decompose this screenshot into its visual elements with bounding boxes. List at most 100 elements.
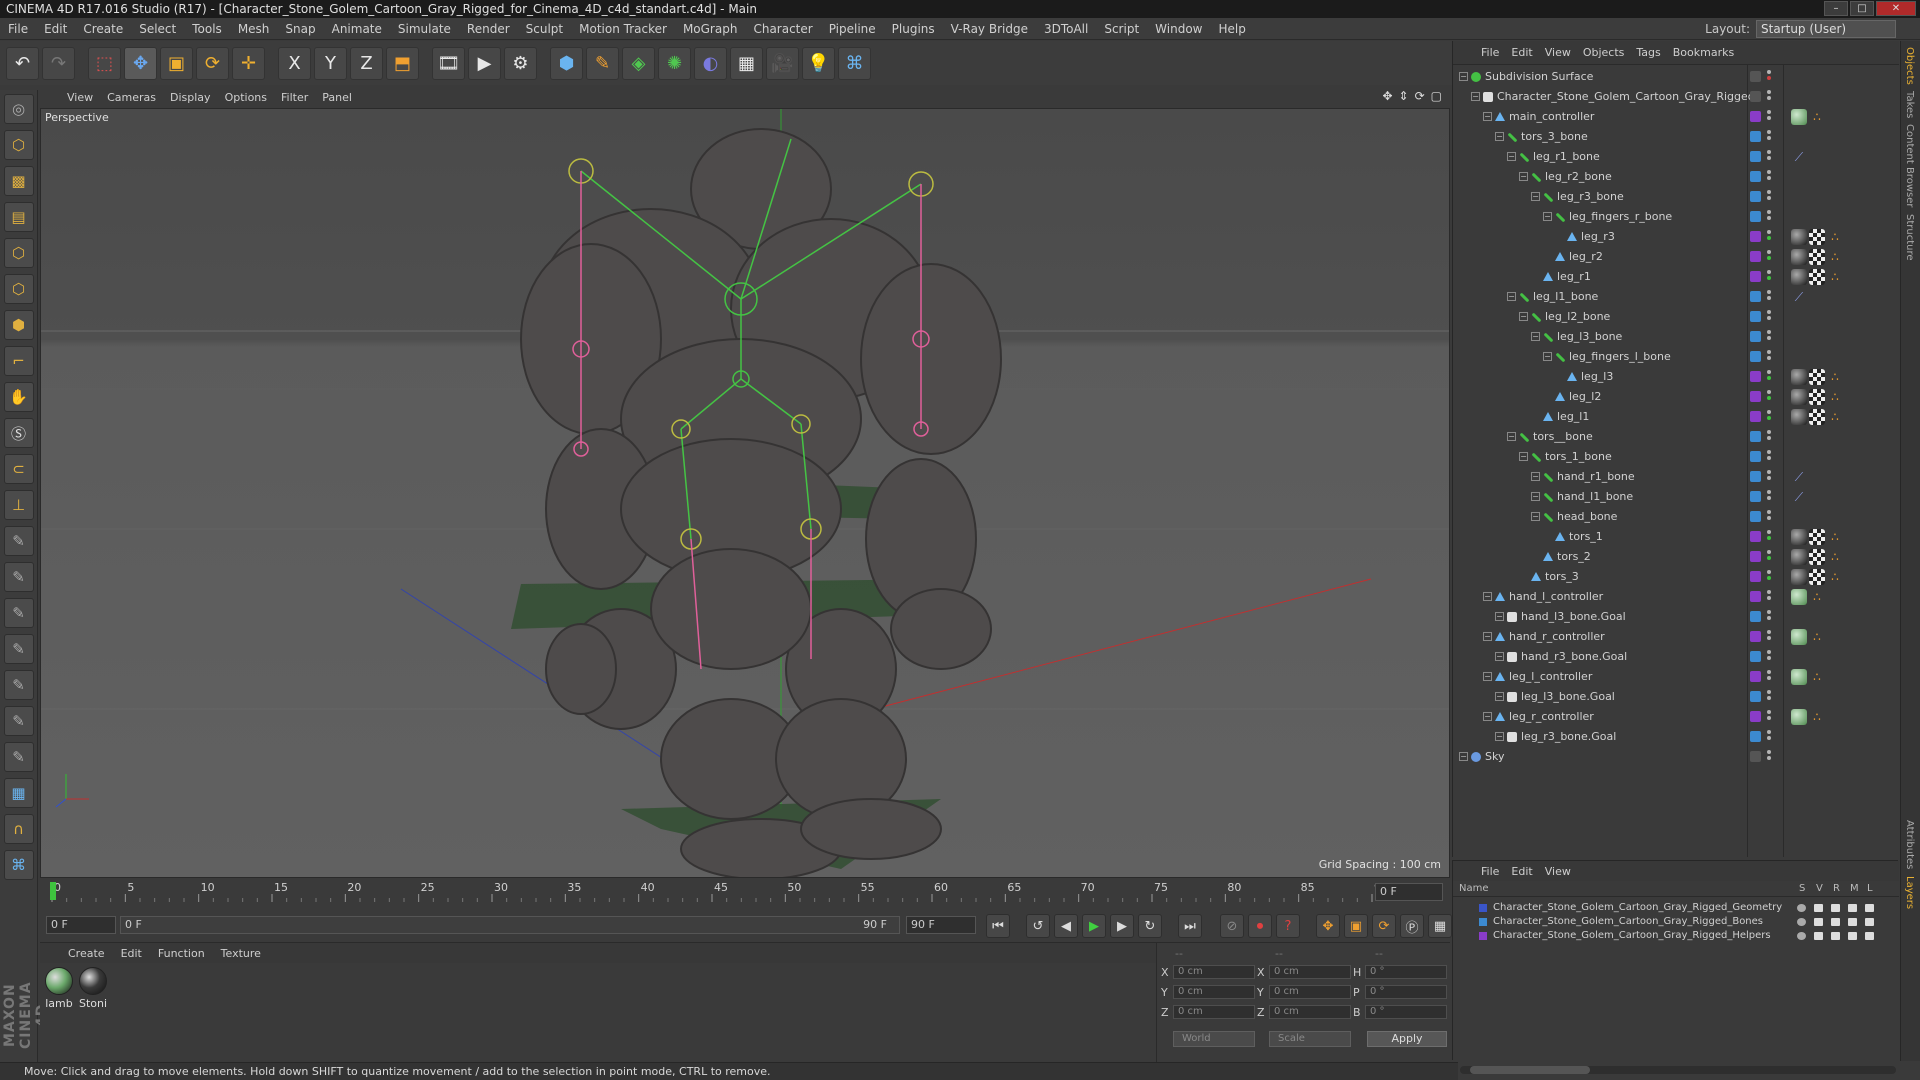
expand-toggle[interactable]: − [1543, 352, 1552, 361]
tree-row[interactable]: − tors_1_bone [1453, 447, 1899, 467]
visibility-dots[interactable] [1767, 570, 1771, 584]
material-tag-icon[interactable] [1791, 369, 1807, 385]
expand-toggle[interactable]: − [1543, 212, 1552, 221]
right-tab-content-browser[interactable]: Content Browser [1904, 124, 1915, 207]
x-axis-icon[interactable]: X [278, 46, 311, 80]
tree-row[interactable]: tors_3 ∴ [1453, 567, 1899, 587]
expand-toggle[interactable]: − [1507, 432, 1516, 441]
subdivision-surface-icon[interactable]: ◈ [622, 46, 655, 80]
visibility-dots[interactable] [1767, 290, 1771, 304]
weight-tag-icon[interactable]: ∴ [1827, 529, 1843, 545]
record-keys-icon[interactable]: ⊘ [1220, 914, 1244, 938]
view-toggle-icon[interactable] [1814, 904, 1823, 912]
menu-simulate[interactable]: Simulate [390, 18, 459, 40]
workplane-icon[interactable]: ▤ [3, 202, 34, 232]
current-frame-field[interactable]: 0 F [1375, 883, 1443, 901]
tree-row[interactable]: leg_r2 ∴ [1453, 247, 1899, 267]
object-menu-bookmarks[interactable]: Bookmarks [1667, 46, 1740, 59]
layer-row[interactable]: Character_Stone_Golem_Cartoon_Gray_Rigge… [1453, 915, 1899, 929]
material-menu-function[interactable]: Function [152, 947, 211, 960]
snap-icon[interactable]: Ⓢ [3, 418, 34, 448]
menu-character[interactable]: Character [745, 18, 820, 40]
spline-pen-icon[interactable]: ✎ [586, 46, 619, 80]
display-tag-icon[interactable] [1791, 589, 1807, 605]
tree-row[interactable]: − leg_r1_bone ⟋ [1453, 147, 1899, 167]
coord-value-field[interactable]: 0 cm [1269, 1005, 1351, 1019]
visibility-dots[interactable] [1767, 690, 1771, 704]
display-tag-icon[interactable] [1791, 109, 1807, 125]
menu-pipeline[interactable]: Pipeline [821, 18, 884, 40]
layer-color-swatch[interactable] [1750, 651, 1761, 662]
pan-icon[interactable]: ✥ [1382, 89, 1392, 103]
layer-color-swatch[interactable] [1750, 731, 1761, 742]
expand-toggle[interactable]: − [1483, 672, 1492, 681]
tree-row[interactable]: leg_r1 ∴ [1453, 267, 1899, 287]
layer-color-swatch[interactable] [1750, 71, 1761, 82]
redo-icon[interactable]: ↷ [42, 46, 75, 80]
coord-value-field[interactable]: 0 cm [1173, 985, 1255, 999]
cloner-icon[interactable]: ✺ [658, 46, 691, 80]
expand-toggle[interactable]: − [1531, 192, 1540, 201]
tree-row[interactable]: − hand_r1_bone ⟋ [1453, 467, 1899, 487]
layer-menu-file[interactable]: File [1475, 865, 1505, 878]
sculpt-brush-3-icon[interactable]: ✎ [3, 598, 34, 628]
golem-model[interactable] [520, 128, 1002, 878]
tree-row[interactable]: − hand_l1_bone ⟋ [1453, 487, 1899, 507]
render-toggle-icon[interactable] [1831, 932, 1840, 940]
expand-toggle[interactable]: − [1531, 492, 1540, 501]
menu-plugins[interactable]: Plugins [884, 18, 943, 40]
go-to-start-icon[interactable]: ⏮ [986, 914, 1010, 938]
previous-frame-icon[interactable]: ◀ [1054, 914, 1078, 938]
polygons-mode-icon[interactable]: ⬢ [3, 310, 34, 340]
key-pla-icon[interactable]: ▦ [1428, 914, 1452, 938]
layer-color-swatch[interactable] [1750, 611, 1761, 622]
layer-color-swatch[interactable] [1479, 918, 1487, 926]
material-tag-icon[interactable] [1791, 569, 1807, 585]
weight-tag-icon[interactable]: ∴ [1809, 589, 1825, 605]
visibility-dots[interactable] [1767, 230, 1771, 244]
tree-row[interactable]: tors_1 ∴ [1453, 527, 1899, 547]
layer-color-swatch[interactable] [1750, 431, 1761, 442]
visibility-dots[interactable] [1767, 210, 1771, 224]
solo-toggle-icon[interactable] [1797, 918, 1806, 926]
texture-tag-icon[interactable] [1809, 229, 1825, 245]
object-menu-objects[interactable]: Objects [1577, 46, 1631, 59]
material-tag-icon[interactable] [1791, 389, 1807, 405]
layer-color-swatch[interactable] [1750, 331, 1761, 342]
display-tag-icon[interactable] [1791, 709, 1807, 725]
tree-row[interactable]: − leg_l3_bone.Goal [1453, 687, 1899, 707]
expand-toggle[interactable]: − [1531, 332, 1540, 341]
viewport-menu-filter[interactable]: Filter [274, 91, 315, 104]
layer-color-swatch[interactable] [1750, 671, 1761, 682]
coord-mode-dropdown[interactable]: Scale [1269, 1031, 1351, 1047]
menu-animate[interactable]: Animate [324, 18, 390, 40]
points-mode-icon[interactable]: ⬡ [3, 238, 34, 268]
key-position-icon[interactable]: ✥ [1316, 914, 1340, 938]
menu-create[interactable]: Create [75, 18, 131, 40]
visibility-dots[interactable] [1767, 590, 1771, 604]
tree-row[interactable]: leg_l2 ∴ [1453, 387, 1899, 407]
ik-tag-icon[interactable]: ⟋ [1791, 289, 1807, 305]
tree-row[interactable]: − Subdivision Surface [1453, 67, 1899, 87]
expand-toggle[interactable]: − [1507, 292, 1516, 301]
visibility-dots[interactable] [1767, 350, 1771, 364]
weight-tag-icon[interactable]: ∴ [1827, 409, 1843, 425]
expand-toggle[interactable]: − [1495, 732, 1504, 741]
tree-row[interactable]: − leg_fingers_l_bone [1453, 347, 1899, 367]
tree-row[interactable]: − tors_3_bone [1453, 127, 1899, 147]
layer-color-swatch[interactable] [1750, 711, 1761, 722]
coord-value-field[interactable]: 0 cm [1173, 965, 1255, 979]
frame-range-slider[interactable]: 0 F 90 F [120, 916, 900, 934]
layer-color-swatch[interactable] [1750, 311, 1761, 322]
layer-color-swatch[interactable] [1479, 904, 1487, 912]
visibility-dots[interactable] [1767, 390, 1771, 404]
weight-tag-icon[interactable]: ∴ [1809, 629, 1825, 645]
tree-row[interactable]: − leg_l_controller ∴ [1453, 667, 1899, 687]
coord-value-field[interactable]: 0 cm [1269, 985, 1351, 999]
visibility-dots[interactable] [1767, 510, 1771, 524]
layer-color-swatch[interactable] [1750, 291, 1761, 302]
layer-color-swatch[interactable] [1750, 131, 1761, 142]
y-axis-icon[interactable]: Y [314, 46, 347, 80]
material-menu-texture[interactable]: Texture [215, 947, 267, 960]
weight-tag-icon[interactable]: ∴ [1827, 569, 1843, 585]
